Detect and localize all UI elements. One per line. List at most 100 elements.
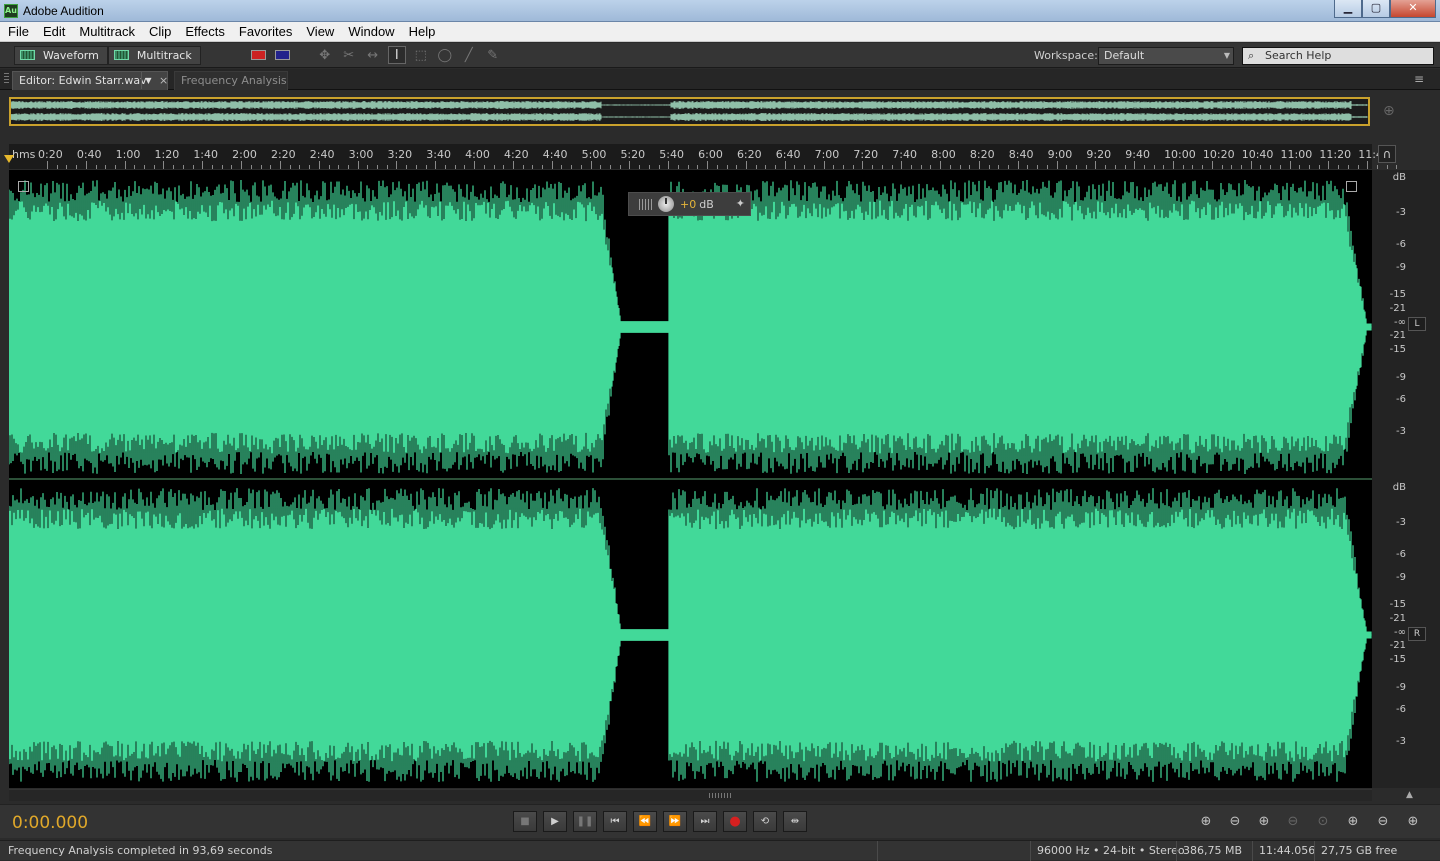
scroll-grip-icon[interactable] (709, 793, 731, 798)
ruler-minor-tick (1143, 165, 1145, 169)
ruler-time-label: 5:40 (659, 148, 684, 161)
menu-edit[interactable]: Edit (35, 24, 71, 39)
maximize-button[interactable]: ▢ (1362, 0, 1390, 18)
ruler-time-label: 1:40 (193, 148, 219, 161)
menu-favorites[interactable]: Favorites (231, 24, 298, 39)
go-to-start-button[interactable]: ⏮ (603, 811, 627, 832)
status-bar: Frequency Analysis completed in 93,69 se… (0, 840, 1440, 861)
zoom-out-amplitude-button[interactable]: ⊖ (1224, 813, 1246, 831)
spectral-pitch-button[interactable] (274, 46, 292, 64)
editor-tab-label: Editor: Edwin Starr.wav (19, 74, 147, 87)
file-dropdown-icon[interactable]: ▼ (141, 72, 155, 89)
timecode-display[interactable]: 0:00.000 (12, 813, 88, 833)
zoom-in-point-button[interactable]: ⊕ (1342, 813, 1364, 831)
marquee-tool[interactable]: ⬚ (412, 46, 430, 64)
ruler-time-label: 6:00 (698, 148, 723, 161)
panel-grip-icon[interactable] (4, 73, 9, 85)
ruler-minor-tick (619, 165, 621, 169)
volume-knob[interactable] (658, 196, 674, 212)
menu-view[interactable]: View (298, 24, 340, 39)
ruler-major-tick (707, 161, 709, 169)
ruler-minor-tick (930, 165, 932, 169)
razor-tool[interactable]: ✂ (340, 46, 358, 64)
panel-menu-icon[interactable]: ≡ (1414, 72, 1424, 86)
ruler-minor-tick (347, 165, 349, 169)
close-window-button[interactable]: ✕ (1390, 0, 1436, 18)
ruler-major-tick (862, 161, 864, 169)
loop-button[interactable]: ⟲ (753, 811, 777, 832)
ruler-major-tick (1017, 161, 1019, 169)
horizontal-scrollbar[interactable] (9, 789, 1372, 801)
zoom-out-point-button[interactable]: ⊖ (1372, 813, 1394, 831)
time-selection-tool[interactable]: I (387, 46, 406, 64)
playhead-marker[interactable] (4, 155, 14, 163)
minimize-button[interactable]: ▁ (1334, 0, 1362, 18)
snap-button[interactable]: ∩ (1378, 145, 1396, 163)
move-tool[interactable]: ✥ (316, 46, 334, 64)
ruler-time-label: 1:20 (154, 148, 180, 161)
ruler-major-tick (629, 161, 631, 169)
workspace-select[interactable]: Default ▼ (1098, 47, 1234, 65)
amplitude-ruler[interactable]: dB dB -3 -6 -9 -15 -21 -∞ -21 -15 -9 -6 -3 -3 -6 -9 -1… (1372, 170, 1440, 788)
zoom-navigator[interactable] (9, 97, 1370, 126)
zoom-navigator-icon[interactable]: ⊕ (1383, 103, 1395, 119)
zoom-full-button[interactable]: ⊙ (1312, 813, 1334, 831)
menu-file[interactable]: File (0, 24, 35, 39)
zoom-in-time-button[interactable]: ⊕ (1253, 813, 1275, 831)
zoom-in-amplitude-button[interactable]: ⊕ (1195, 813, 1217, 831)
waveform-icon (20, 50, 35, 60)
go-to-end-button[interactable]: ⏭ (693, 811, 717, 832)
volume-hud[interactable]: +0 dB ✦ (628, 192, 751, 216)
ruler-minor-tick (1046, 165, 1048, 169)
stop-button[interactable]: ■ (513, 811, 537, 832)
channel-label-right[interactable]: R (1408, 627, 1426, 641)
search-help-input[interactable]: ⌕ Search Help (1242, 47, 1434, 65)
zoom-selection-button[interactable]: ⊕ (1402, 813, 1424, 831)
db-scale-label: -9 (1396, 572, 1406, 583)
ruler-time-label: 4:40 (542, 148, 568, 161)
spectral-frequency-icon (251, 50, 267, 60)
ruler-major-tick (357, 161, 359, 169)
brush-tool[interactable]: ╱ (460, 46, 478, 64)
fast-forward-button[interactable]: ⏩ (663, 811, 687, 832)
channel-label-left[interactable]: L (1408, 317, 1426, 331)
spot-healing-tool[interactable]: ✎ (484, 46, 502, 64)
db-scale-label: -3 (1396, 736, 1406, 747)
play-button[interactable]: ▶ (543, 811, 567, 832)
waveform-view-label: Waveform (43, 48, 99, 62)
brush-tool-icon: ╱ (464, 47, 473, 63)
lasso-tool[interactable]: ◯ (436, 46, 454, 64)
tab-editor[interactable]: Editor: Edwin Starr.wav ▼ × (12, 71, 168, 90)
ruler-minor-tick (66, 165, 68, 169)
rewind-button[interactable]: ⏪ (633, 811, 657, 832)
level-bars-icon (639, 198, 652, 210)
ruler-major-tick (1095, 161, 1097, 169)
tab-frequency-analysis[interactable]: Frequency Analysis (174, 71, 288, 90)
skip-selection-button[interactable]: ⇹ (783, 811, 807, 832)
scroll-up-icon[interactable]: ▲ (1406, 790, 1413, 800)
ruler-minor-tick (804, 165, 806, 169)
free-disk-space: 27,75 GB free (1314, 841, 1397, 861)
waveform-view-button[interactable]: Waveform (14, 45, 108, 65)
resize-corner-icon[interactable] (1346, 181, 1357, 192)
resize-corner-icon[interactable] (18, 181, 29, 192)
menu-clip[interactable]: Clip (141, 24, 177, 39)
record-button[interactable]: ● (723, 811, 747, 832)
time-ruler[interactable]: hms 0:20 0:40 1:00 1:20 1:40 2:00 2:20 2:40 3:00… (4, 144, 1398, 169)
menu-window[interactable]: Window (340, 24, 400, 39)
frequency-analysis-tab-label: Frequency Analysis (181, 74, 287, 87)
ruler-minor-tick (1347, 165, 1349, 169)
slip-tool[interactable]: ↔ (364, 46, 382, 64)
zoom-out-time-button[interactable]: ⊖ (1282, 813, 1304, 831)
close-tab-icon[interactable]: × (159, 72, 168, 89)
spectral-display-button[interactable] (250, 46, 268, 64)
ruler-time-label: 8:40 (1008, 148, 1034, 161)
pause-button[interactable]: ❚❚ (573, 811, 597, 832)
ruler-time-label: 2:00 (232, 148, 257, 161)
menu-help[interactable]: Help (401, 24, 442, 39)
waveform-display[interactable]: +0 dB ✦ (9, 170, 1372, 788)
menu-multitrack[interactable]: Multitrack (71, 24, 141, 39)
menu-effects[interactable]: Effects (177, 24, 231, 39)
multitrack-view-button[interactable]: Multitrack (107, 45, 201, 65)
pin-icon[interactable]: ✦ (736, 197, 745, 210)
